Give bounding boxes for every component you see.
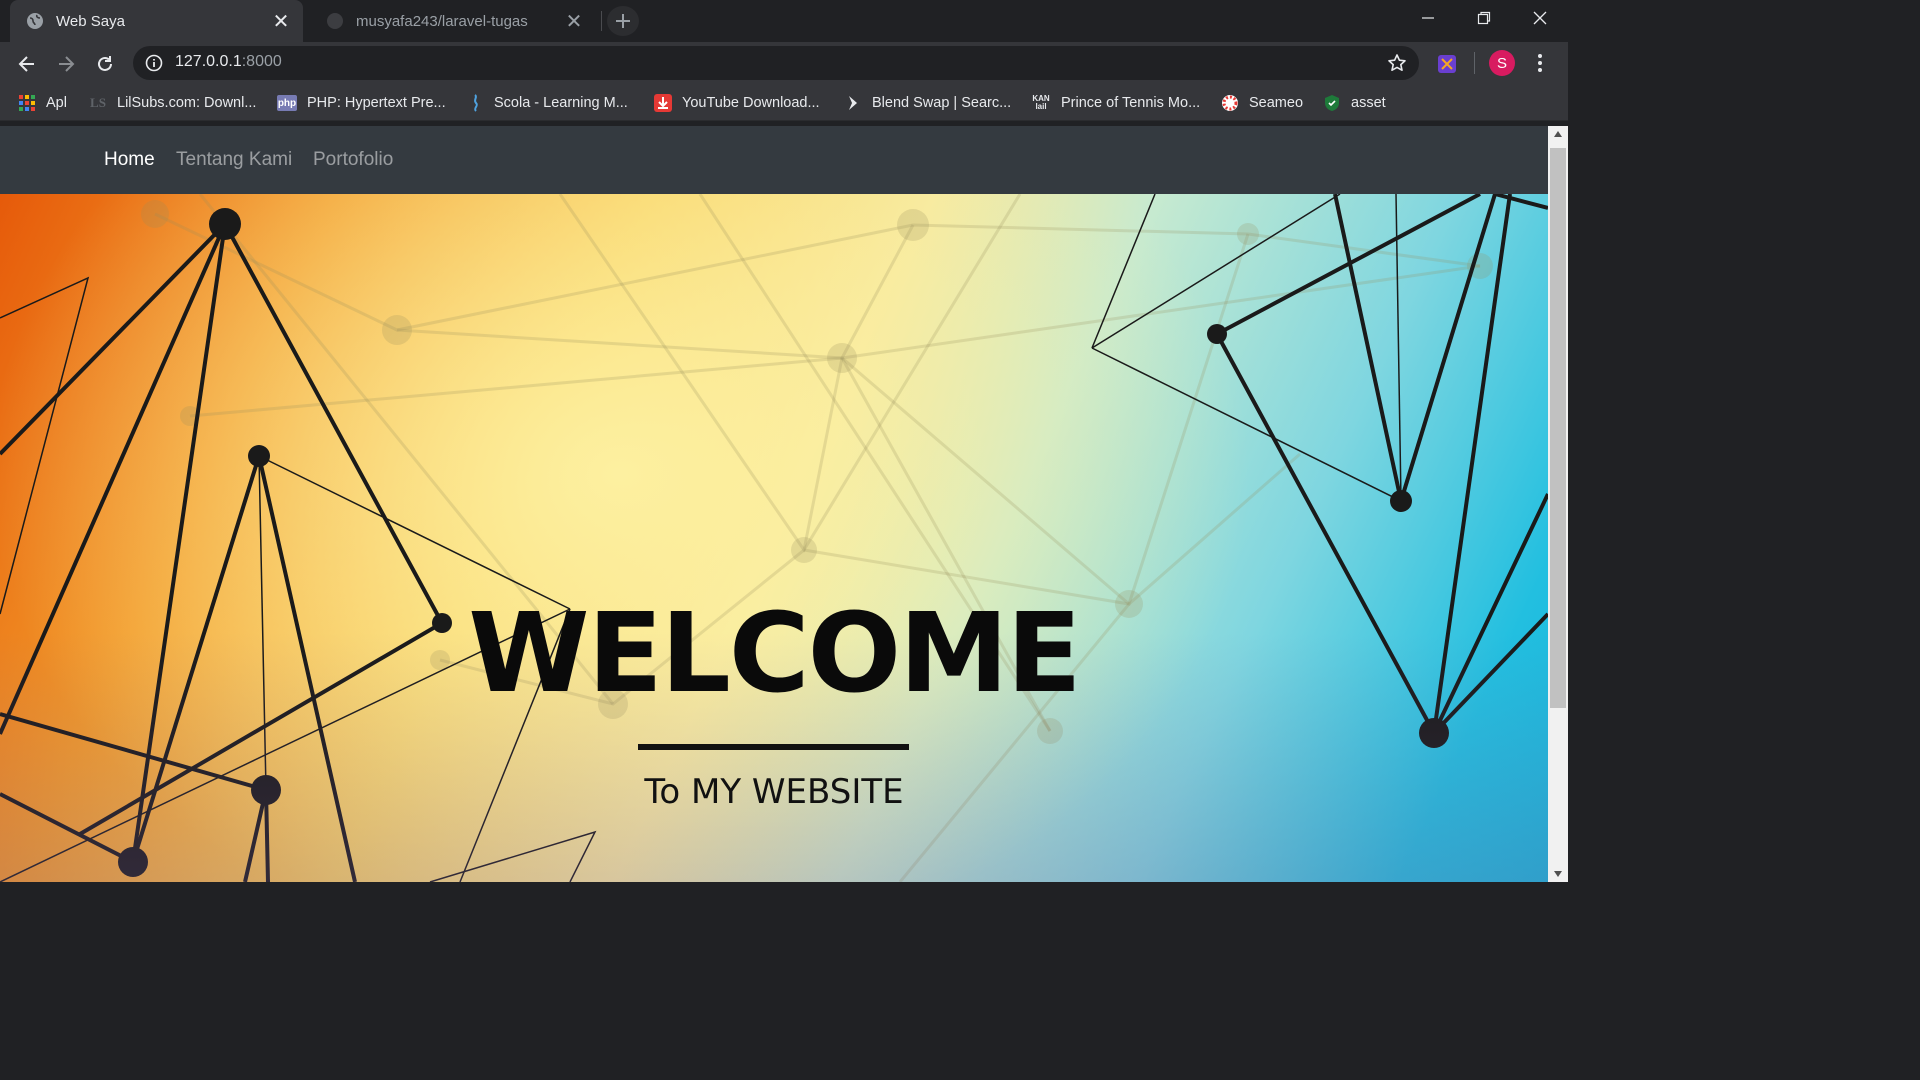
tab-github[interactable]: musyafa243/laravel-tugas ✕	[310, 0, 596, 42]
arrow-right-icon	[59, 56, 75, 72]
bookmark-label: YouTube Download...	[682, 95, 820, 111]
scola-icon	[466, 94, 484, 112]
info-icon[interactable]	[145, 54, 163, 72]
hero-subtitle: To MY WEBSITE	[644, 772, 904, 812]
bookmark-label: Blend Swap | Searc...	[872, 95, 1012, 111]
blendswap-icon	[844, 94, 862, 112]
close-tab-icon[interactable]: ✕	[269, 9, 293, 33]
bookmark-seameo[interactable]: Seameo	[1221, 92, 1303, 114]
bookmark-label: LilSubs.com: Downl...	[117, 95, 257, 111]
reload-button[interactable]	[90, 49, 120, 79]
bookmark-label: PHP: Hypertext Pre...	[307, 95, 446, 111]
bookmark-prince-of-tennis[interactable]: KAN lail Prince of Tennis Mo...	[1031, 92, 1200, 114]
restore-icon	[1477, 11, 1491, 25]
url-host: 127.0.0.1	[175, 53, 242, 70]
globe-icon	[26, 12, 44, 30]
close-icon	[1533, 11, 1547, 25]
restore-button[interactable]	[1456, 0, 1512, 36]
bookmarks-bar: Apl LS LilSubs.com: Downl... php PHP: Hy…	[0, 86, 1568, 121]
back-button[interactable]	[12, 49, 42, 79]
download-icon	[654, 94, 672, 112]
kan-icon: KAN lail	[1032, 94, 1050, 111]
url-text: 127.0.0.1:8000	[175, 53, 282, 71]
site-navbar: Home Tentang Kami Portofolio	[0, 126, 1548, 194]
bookmark-label: Apl	[46, 95, 67, 111]
bookmark-blendswap[interactable]: Blend Swap | Searc...	[844, 92, 1011, 114]
bookmark-label: asset	[1351, 95, 1386, 111]
minimize-button[interactable]	[1400, 0, 1456, 36]
tab-title: musyafa243/laravel-tugas	[356, 12, 528, 30]
bookmark-php[interactable]: php PHP: Hypertext Pre...	[277, 92, 446, 114]
minimize-icon	[1422, 17, 1434, 19]
tab-title: Web Saya	[56, 12, 125, 30]
address-bar[interactable]: 127.0.0.1:8000	[133, 46, 1419, 80]
title-underline	[638, 744, 909, 750]
close-tab-icon[interactable]: ✕	[562, 9, 586, 33]
extension-icon[interactable]	[1437, 54, 1457, 74]
bookmark-apps[interactable]: Apl	[18, 92, 67, 114]
bookmark-asset[interactable]: asset	[1323, 92, 1386, 114]
tab-web-saya[interactable]: Web Saya ✕	[10, 0, 303, 42]
close-window-button[interactable]	[1512, 0, 1568, 36]
nav-portofolio-link[interactable]: Portofolio	[313, 149, 393, 171]
hero-banner: WELCOME To MY WEBSITE	[0, 194, 1548, 882]
page-scrollbar[interactable]	[1548, 126, 1568, 882]
php-icon: php	[277, 95, 297, 111]
forward-button[interactable]	[51, 49, 81, 79]
more-menu-icon[interactable]	[1530, 52, 1550, 74]
url-port: :8000	[241, 53, 282, 70]
scrollbar-thumb[interactable]	[1550, 148, 1566, 708]
bookmark-label: Scola - Learning M...	[494, 95, 628, 111]
page-viewport: Home Tentang Kami Portofolio WELCOME To …	[0, 126, 1548, 882]
scroll-up-arrow-icon[interactable]	[1553, 130, 1563, 138]
reload-icon	[98, 56, 112, 71]
tab-separator	[601, 11, 602, 31]
seameo-icon	[1221, 94, 1239, 112]
plus-icon	[616, 14, 630, 28]
nav-tentang-kami-link[interactable]: Tentang Kami	[176, 149, 292, 171]
bookmark-label: Seameo	[1249, 95, 1304, 111]
tab-strip: Web Saya ✕ musyafa243/laravel-tugas ✕	[0, 0, 1568, 42]
toolbar-divider	[1474, 52, 1475, 74]
bookmark-lilsubs[interactable]: LS LilSubs.com: Downl...	[89, 92, 256, 114]
bookmark-star-icon[interactable]	[1387, 53, 1407, 73]
nav-home-link[interactable]: Home	[104, 149, 155, 171]
apps-grid-icon	[18, 94, 36, 112]
lilsubs-icon: LS	[90, 95, 106, 110]
github-icon	[326, 12, 344, 30]
hero-title: WELCOME	[468, 589, 1081, 717]
profile-avatar[interactable]: S	[1489, 50, 1515, 76]
new-tab-button[interactable]	[607, 6, 639, 36]
bookmark-youtube-download[interactable]: YouTube Download...	[654, 92, 820, 114]
bookmark-label: Prince of Tennis Mo...	[1061, 95, 1201, 111]
browser-toolbar: 127.0.0.1:8000	[0, 42, 1568, 86]
bookmark-scola[interactable]: Scola - Learning M...	[466, 92, 628, 114]
scroll-down-arrow-icon[interactable]	[1553, 870, 1563, 878]
arrow-left-icon	[18, 56, 34, 72]
shield-icon	[1323, 94, 1341, 112]
